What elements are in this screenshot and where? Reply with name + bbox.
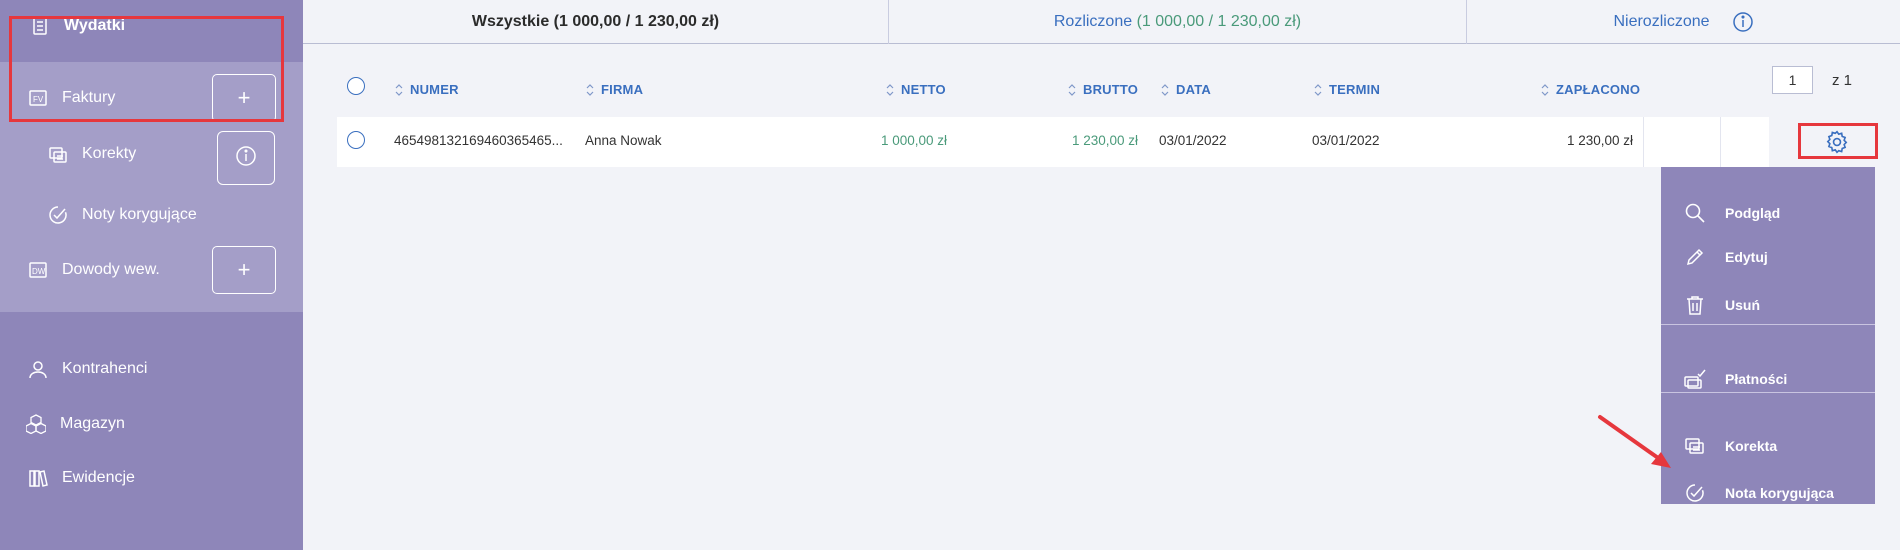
sidebar-item-ewidencje[interactable]: Ewidencje [26,466,135,490]
tab-settled[interactable]: Rozliczone (1 000,00 / 1 230,00 zł) [889,0,1466,44]
row-actions-menu: Podgląd Edytuj Usuń Płatności Korekta No… [1661,167,1875,504]
sort-icon [395,83,403,96]
correction-icon [46,142,70,166]
tab-values: (1 000,00 / 1 230,00 zł) [1132,13,1302,30]
menu-divider [1661,392,1875,393]
sort-icon [586,83,594,96]
sort-icon [1314,83,1322,96]
internal-doc-icon: DW [26,258,50,282]
column-header-numer[interactable]: NUMER [394,82,459,97]
correction-icon [1683,434,1707,458]
cell-zaplacono: 1 230,00 zł [1567,133,1634,148]
boxes-icon [24,412,48,436]
page-number-input[interactable]: 1 [1772,66,1813,94]
cell-firma: Anna Nowak [585,133,662,148]
sidebar-item-label: Noty korygujące [82,206,197,223]
records-icon [26,466,50,490]
column-header-brutto[interactable]: BRUTTO [1067,82,1138,97]
menu-divider [1661,324,1875,325]
select-all-checkbox[interactable] [347,77,365,95]
info-icon[interactable] [1732,11,1754,33]
sort-icon [1161,83,1169,96]
menu-item-platnosci[interactable]: Płatności [1661,359,1875,399]
cell-numer[interactable]: 465498132169460365465... [394,133,563,148]
highlight-box-gear [1798,123,1878,159]
tab-label: Wszystkie (1 000,00 / 1 230,00 zł) [471,13,720,30]
menu-item-nota-korygujaca[interactable]: Nota korygująca [1661,473,1875,513]
column-header-netto[interactable]: NETTO [885,82,946,97]
filter-tabs: Wszystkie (1 000,00 / 1 230,00 zł) Rozli… [303,0,1900,44]
sidebar-item-label: Dowody wew. [62,261,160,278]
sidebar-item-label: Ewidencje [62,469,135,486]
check-note-icon [46,203,70,227]
cell-brutto: 1 230,00 zł [1072,133,1139,148]
cell-data: 03/01/2022 [1159,133,1227,148]
column-header-firma[interactable]: FIRMA [585,82,643,97]
cell-termin: 03/01/2022 [1312,133,1380,148]
sort-icon [886,83,894,96]
add-internal-doc-button[interactable]: + [212,246,276,294]
tab-all[interactable]: Wszystkie (1 000,00 / 1 230,00 zł) [303,0,888,44]
info-icon [235,145,257,172]
sidebar-item-label: Magazyn [60,415,125,432]
payments-icon [1683,367,1707,391]
menu-item-podglad[interactable]: Podgląd [1661,193,1875,233]
row-checkbox[interactable] [347,131,365,149]
page-count: z 1 [1832,72,1853,89]
menu-item-korekta[interactable]: Korekta [1661,426,1875,466]
column-header-termin[interactable]: TERMIN [1313,82,1380,97]
column-divider [1643,117,1644,167]
column-header-zaplacono[interactable]: ZAPŁACONO [1540,82,1640,97]
sidebar-item-korekty[interactable]: Korekty [46,142,136,166]
svg-text:DW: DW [32,267,46,276]
highlight-box-sidebar [9,16,284,122]
tab-unsettled[interactable]: Nierozliczone [1467,0,1900,44]
sort-icon [1541,83,1549,96]
menu-item-usun[interactable]: Usuń [1661,285,1875,325]
sidebar-item-kontrahenci[interactable]: Kontrahenci [26,357,147,381]
column-divider [1720,117,1721,167]
trash-icon [1683,293,1707,317]
column-header-data[interactable]: DATA [1160,82,1211,97]
sidebar-item-magazyn[interactable]: Magazyn [24,412,125,436]
sidebar-item-noty-korygujace[interactable]: Noty korygujące [46,203,197,227]
sidebar-item-label: Kontrahenci [62,360,148,377]
menu-item-edytuj[interactable]: Edytuj [1661,237,1875,277]
check-note-icon [1683,481,1707,505]
tab-label: Nierozliczone [1613,13,1710,30]
tab-label: Rozliczone [1053,13,1133,30]
search-icon [1683,201,1707,225]
annotation-arrow-icon [1598,415,1671,468]
user-icon [26,357,50,381]
sort-icon [1068,83,1076,96]
sidebar-item-label: Korekty [82,145,137,162]
pencil-icon [1683,245,1707,269]
info-button[interactable] [217,131,275,185]
cell-netto: 1 000,00 zł [881,133,948,148]
sidebar-item-dowody-wew[interactable]: DW Dowody wew. [26,258,160,282]
